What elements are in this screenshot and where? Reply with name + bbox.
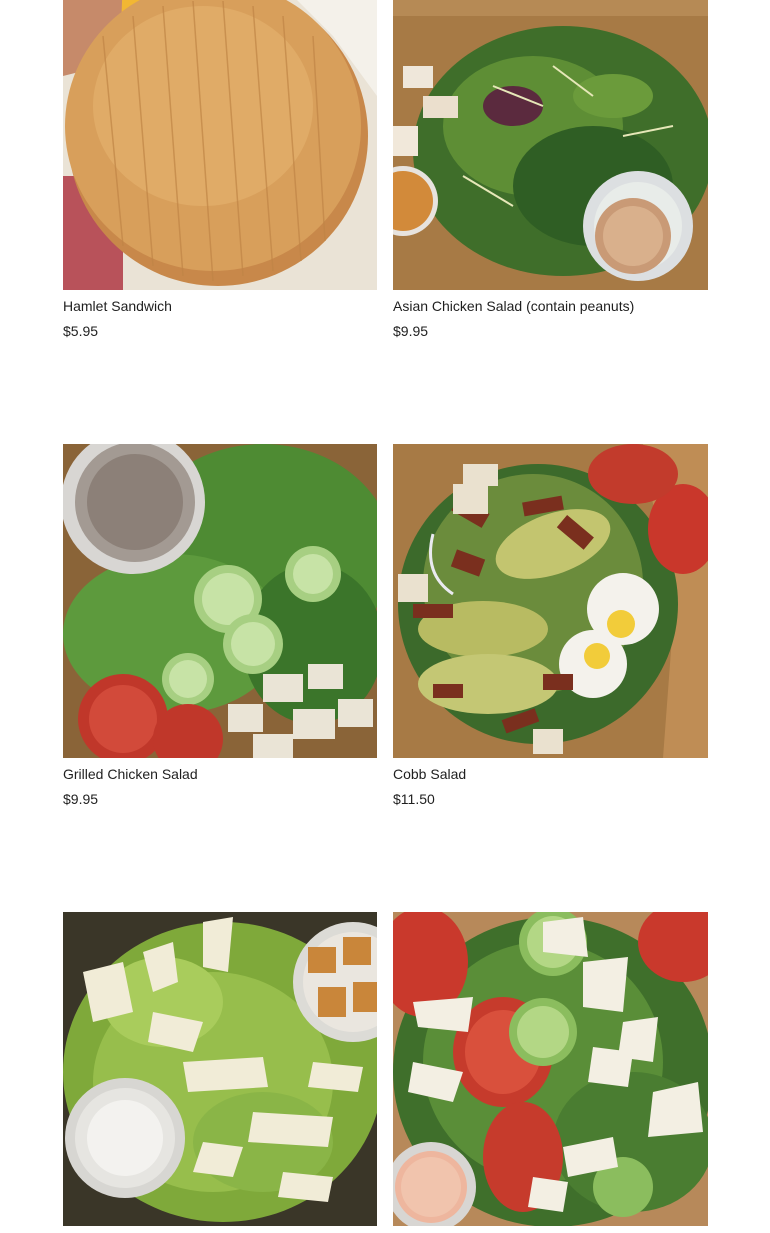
item-name[interactable]: Cobb Salad bbox=[393, 765, 708, 783]
menu-item-card[interactable] bbox=[393, 912, 708, 1233]
caesar-salad-image[interactable] bbox=[63, 912, 377, 1226]
menu-grid: Hamlet Sandwich $5.95 Asian Chicken Sala… bbox=[63, 0, 708, 1233]
menu-item-card[interactable]: Grilled Chicken Salad $9.95 bbox=[63, 444, 377, 808]
cobb-salad-image[interactable] bbox=[393, 444, 708, 758]
item-name[interactable]: Asian Chicken Salad (contain peanuts) bbox=[393, 297, 708, 315]
menu-item-card[interactable]: Cobb Salad $11.50 bbox=[393, 444, 708, 808]
item-price: $9.95 bbox=[393, 323, 429, 339]
item-price: $5.95 bbox=[63, 323, 99, 339]
grilled-chicken-salad-image[interactable] bbox=[63, 444, 377, 758]
item-name[interactable]: Grilled Chicken Salad bbox=[63, 765, 377, 783]
menu-item-card[interactable]: Hamlet Sandwich $5.95 bbox=[63, 0, 377, 340]
menu-item-card[interactable] bbox=[63, 912, 377, 1233]
garden-salad-image[interactable] bbox=[393, 912, 708, 1226]
asian-chicken-salad-image[interactable] bbox=[393, 0, 708, 290]
item-price: $11.50 bbox=[393, 791, 435, 807]
item-name[interactable]: Hamlet Sandwich bbox=[63, 297, 377, 315]
item-price: $9.95 bbox=[63, 791, 99, 807]
menu-item-card[interactable]: Asian Chicken Salad (contain peanuts) $9… bbox=[393, 0, 708, 340]
sandwich-image[interactable] bbox=[63, 0, 377, 290]
